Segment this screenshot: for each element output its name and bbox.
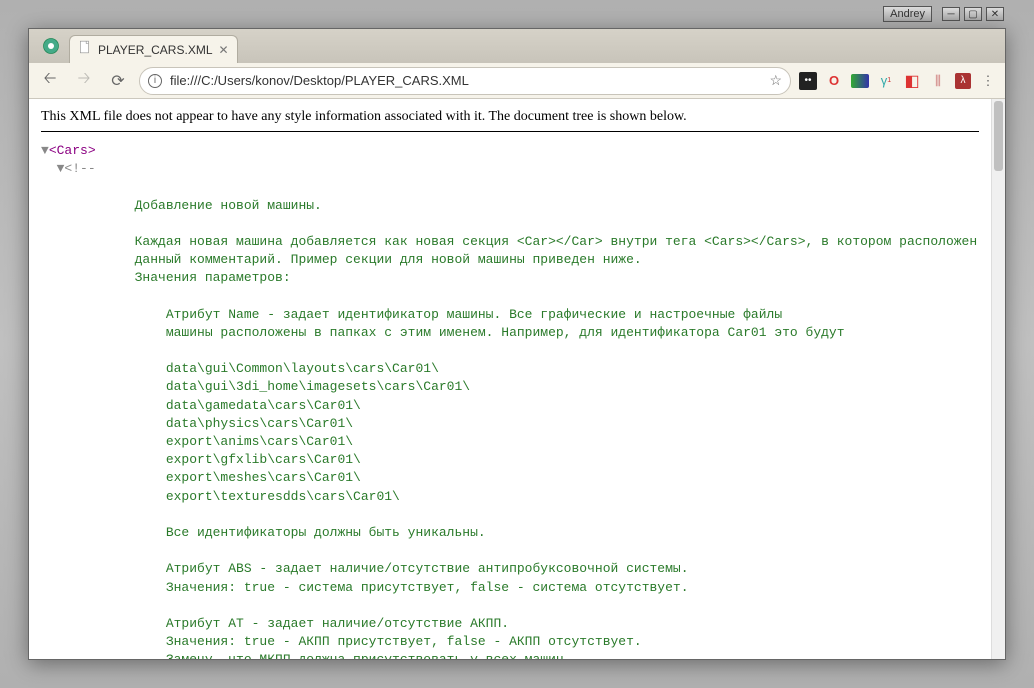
window-minimize-button[interactable]: ─: [942, 7, 960, 21]
xml-comment-open: <!--: [64, 161, 95, 176]
reload-button[interactable]: ⟳: [105, 68, 131, 94]
vertical-scrollbar[interactable]: [991, 99, 1005, 659]
browser-menu-button[interactable]: ⋮: [979, 72, 997, 90]
os-user-badge: Andrey: [883, 6, 932, 22]
xml-tree: ▼<Cars> ▼<!-- Добавление новой машины. К…: [41, 142, 979, 659]
xml-style-notice: This XML file does not appear to have an…: [41, 109, 979, 132]
window-maximize-button[interactable]: ▢: [964, 7, 982, 21]
xml-root-open: <Cars>: [49, 143, 96, 158]
window-close-button[interactable]: ✕: [986, 7, 1004, 21]
file-icon: [78, 40, 92, 59]
extensions-area: •• O γ1 ◧ ⫼ λ ⋮: [799, 72, 997, 90]
tab-title: PLAYER_CARS.XML: [98, 43, 213, 57]
extension-icon-1[interactable]: ••: [799, 72, 817, 90]
extension-icon-5[interactable]: ◧: [903, 72, 921, 90]
extension-icon-7[interactable]: λ: [955, 73, 971, 89]
page-viewport: This XML file does not appear to have an…: [29, 99, 1005, 659]
address-bar[interactable]: i file:///C:/Users/konov/Desktop/PLAYER_…: [139, 67, 791, 95]
os-window-controls: Andrey ─ ▢ ✕: [883, 6, 1004, 22]
extension-icon-3[interactable]: [851, 74, 869, 88]
extension-icon-2[interactable]: O: [825, 72, 843, 90]
disclosure-triangle[interactable]: ▼: [41, 143, 49, 158]
xml-comment-body: Добавление новой машины. Каждая новая ма…: [41, 198, 977, 659]
tab-active[interactable]: PLAYER_CARS.XML ✕: [69, 35, 238, 63]
bookmark-star-icon[interactable]: ☆: [769, 72, 782, 89]
tab-close-button[interactable]: ✕: [219, 43, 229, 57]
site-info-icon[interactable]: i: [148, 74, 162, 88]
extension-icon-4[interactable]: γ1: [877, 72, 895, 90]
tab-strip: PLAYER_CARS.XML ✕: [29, 29, 1005, 63]
address-url: file:///C:/Users/konov/Desktop/PLAYER_CA…: [170, 73, 761, 88]
toolbar: 🡠 🡢 ⟳ i file:///C:/Users/konov/Desktop/P…: [29, 63, 1005, 99]
back-button[interactable]: 🡠: [37, 68, 63, 94]
scrollbar-thumb[interactable]: [994, 101, 1003, 171]
browser-app-icon[interactable]: [37, 32, 65, 60]
forward-button[interactable]: 🡢: [71, 68, 97, 94]
browser-window: PLAYER_CARS.XML ✕ 🡠 🡢 ⟳ i file:///C:/Use…: [28, 28, 1006, 660]
extension-icon-6[interactable]: ⫼: [929, 72, 947, 90]
